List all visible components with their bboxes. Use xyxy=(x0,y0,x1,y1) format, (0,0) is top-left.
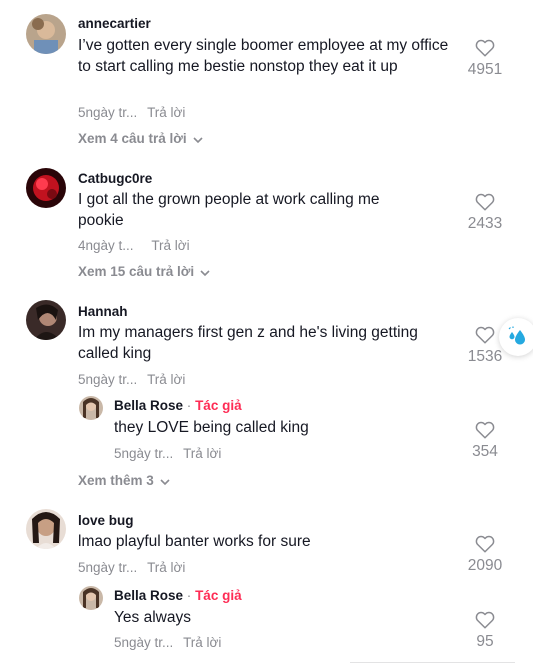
view-replies-button[interactable]: Xem 4 câu trả lời xyxy=(78,131,203,147)
view-more-label: Xem thêm 3 xyxy=(78,473,154,488)
heart-outline-icon xyxy=(475,39,495,57)
like-count: 2433 xyxy=(467,215,503,232)
floating-action-button[interactable] xyxy=(499,318,533,356)
like-button[interactable]: 95 xyxy=(460,611,510,651)
avatar[interactable] xyxy=(79,396,103,420)
reply-time: 5ngày tr... xyxy=(114,446,174,461)
comment-text: Im my managers first gen z and he's livi… xyxy=(78,324,418,362)
heart-outline-icon xyxy=(475,421,495,439)
like-button[interactable]: 4951 xyxy=(460,39,510,79)
chevron-down-icon xyxy=(160,474,170,489)
like-count: 2090 xyxy=(467,557,503,574)
comment-time: 5ngày tr... xyxy=(78,560,138,575)
reply-meta: 5ngày tr... Trả lời xyxy=(114,446,221,461)
reply-username[interactable]: Bella Rose xyxy=(114,588,183,603)
like-button[interactable]: 2433 xyxy=(460,193,510,233)
reply-time: 5ngày tr... xyxy=(114,635,174,650)
heart-outline-icon xyxy=(475,611,495,629)
avatar[interactable] xyxy=(26,168,66,208)
reply-button[interactable]: Trả lời xyxy=(147,372,185,387)
heart-outline-icon xyxy=(475,535,495,553)
comment-time: 4ngày t... xyxy=(78,238,134,253)
reply-meta: 5ngày tr... Trả lời xyxy=(114,635,221,650)
reply-button[interactable]: Trả lời xyxy=(147,105,185,120)
comment-text: I got all the grown people at work calli… xyxy=(78,191,380,229)
author-badge: Tác giả xyxy=(195,398,242,413)
comment-username[interactable]: love bug xyxy=(78,513,134,528)
chevron-down-icon xyxy=(193,132,203,147)
water-drops-icon xyxy=(508,326,525,345)
view-replies-button[interactable]: Xem 15 câu trả lời xyxy=(78,264,210,280)
author-badge: Tác giả xyxy=(195,588,242,603)
comment-username[interactable]: Catbugc0re xyxy=(78,171,152,186)
heart-outline-icon xyxy=(475,326,495,344)
like-button[interactable]: 2090 xyxy=(460,535,510,575)
like-count: 95 xyxy=(476,633,494,650)
comment-meta: 5ngày tr... Trả lời xyxy=(78,372,185,387)
comment-time: 5ngày tr... xyxy=(78,372,138,387)
reply-button[interactable]: Trả lời xyxy=(151,238,189,253)
comment-meta: 5ngày tr... Trả lời xyxy=(78,105,185,120)
like-count: 4951 xyxy=(467,61,503,78)
reply-button[interactable]: Trả lời xyxy=(147,560,185,575)
reply-button[interactable]: Trả lời xyxy=(183,446,221,461)
reply-username[interactable]: Bella Rose xyxy=(114,398,183,413)
view-replies-label: Xem 4 câu trả lời xyxy=(78,131,187,146)
heart-outline-icon xyxy=(475,193,495,211)
like-count: 1536 xyxy=(467,348,503,365)
avatar[interactable] xyxy=(26,14,66,54)
comment-username[interactable]: Hannah xyxy=(78,304,128,319)
comment-meta: 4ngày t... Trả lời xyxy=(78,238,190,253)
comment-meta: 5ngày tr... Trả lời xyxy=(78,560,185,575)
reply-text: Yes always xyxy=(114,609,191,626)
chevron-down-icon xyxy=(200,265,210,280)
reply-text: they LOVE being called king xyxy=(114,419,309,436)
comment-text: lmao playful banter works for sure xyxy=(78,533,311,550)
reply-username-line: Bella Rose · Tác giả xyxy=(114,398,242,413)
comment-username[interactable]: annecartier xyxy=(78,16,151,31)
like-count: 354 xyxy=(472,443,498,460)
view-replies-label: Xem 15 câu trả lời xyxy=(78,264,195,279)
like-button[interactable]: 354 xyxy=(460,421,510,461)
comment-time: 5ngày tr... xyxy=(78,105,138,120)
reply-username-line: Bella Rose · Tác giả xyxy=(114,588,242,603)
avatar[interactable] xyxy=(79,586,103,610)
reply-button[interactable]: Trả lời xyxy=(183,635,221,650)
comment-text: I’ve gotten every single boomer employee… xyxy=(78,37,449,75)
avatar[interactable] xyxy=(26,509,66,549)
view-more-button[interactable]: Xem thêm 3 xyxy=(78,473,170,489)
separator-dot: · xyxy=(186,588,192,603)
separator-dot: · xyxy=(186,398,192,413)
avatar[interactable] xyxy=(26,300,66,340)
